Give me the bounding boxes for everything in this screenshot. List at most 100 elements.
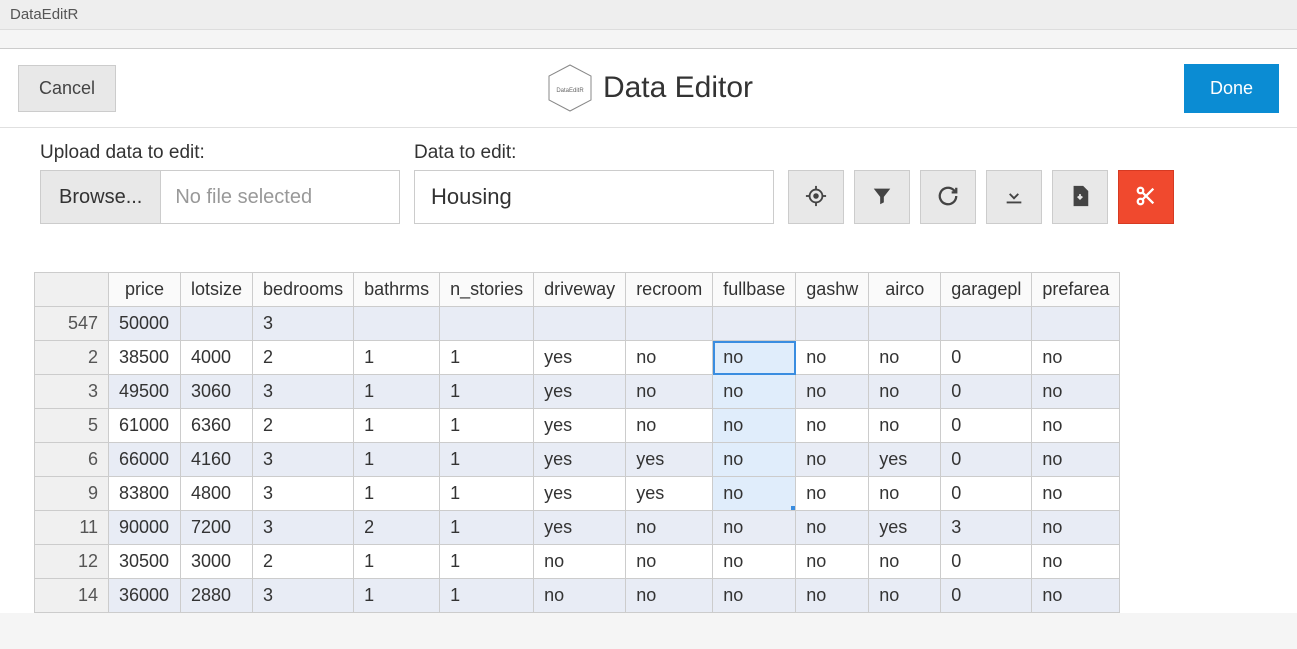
data-cell[interactable]: 2 xyxy=(253,409,354,443)
refresh-button[interactable] xyxy=(920,170,976,224)
data-cell[interactable]: 1 xyxy=(354,477,440,511)
data-cell[interactable]: no xyxy=(626,511,713,545)
data-cell[interactable]: no xyxy=(869,545,941,579)
fill-handle[interactable] xyxy=(791,506,796,511)
column-header[interactable]: price xyxy=(109,273,181,307)
data-cell[interactable]: yes xyxy=(534,341,626,375)
data-cell[interactable]: 3 xyxy=(941,511,1032,545)
data-cell[interactable]: no xyxy=(796,443,869,477)
data-cell[interactable]: no xyxy=(713,443,796,477)
data-cell[interactable]: no xyxy=(1032,341,1120,375)
data-cell[interactable]: 6360 xyxy=(181,409,253,443)
browse-button[interactable]: Browse... xyxy=(41,171,161,223)
data-cell[interactable] xyxy=(181,307,253,341)
data-cell[interactable]: no xyxy=(713,409,796,443)
data-cell[interactable]: yes xyxy=(534,409,626,443)
data-cell[interactable]: 3060 xyxy=(181,375,253,409)
data-cell[interactable] xyxy=(626,307,713,341)
row-index-cell[interactable]: 5 xyxy=(35,409,109,443)
data-cell[interactable]: 1 xyxy=(440,409,534,443)
column-header[interactable]: airco xyxy=(869,273,941,307)
data-cell[interactable]: 66000 xyxy=(109,443,181,477)
data-cell[interactable]: no xyxy=(869,477,941,511)
row-index-cell[interactable]: 11 xyxy=(35,511,109,545)
data-cell[interactable]: 49500 xyxy=(109,375,181,409)
data-cell[interactable] xyxy=(713,307,796,341)
data-cell[interactable]: 7200 xyxy=(181,511,253,545)
row-index-cell[interactable]: 9 xyxy=(35,477,109,511)
data-cell[interactable]: 3 xyxy=(253,375,354,409)
column-header[interactable]: n_stories xyxy=(440,273,534,307)
data-cell[interactable]: 1 xyxy=(440,477,534,511)
data-cell[interactable]: 0 xyxy=(941,545,1032,579)
download-button[interactable] xyxy=(986,170,1042,224)
data-cell[interactable]: 3 xyxy=(253,511,354,545)
data-cell[interactable]: yes xyxy=(626,477,713,511)
data-cell[interactable]: 0 xyxy=(941,477,1032,511)
data-cell[interactable]: 1 xyxy=(354,375,440,409)
data-cell[interactable] xyxy=(869,307,941,341)
data-cell[interactable]: no xyxy=(796,477,869,511)
data-table[interactable]: pricelotsizebedroomsbathrmsn_storiesdriv… xyxy=(34,272,1120,613)
data-cell[interactable]: yes xyxy=(534,511,626,545)
data-cell[interactable]: no xyxy=(796,511,869,545)
data-cell[interactable]: no xyxy=(796,409,869,443)
data-cell[interactable]: no xyxy=(1032,579,1120,613)
export-button[interactable] xyxy=(1052,170,1108,224)
data-cell[interactable]: no xyxy=(1032,409,1120,443)
data-cell[interactable]: yes xyxy=(534,375,626,409)
cancel-button[interactable]: Cancel xyxy=(18,65,116,112)
column-header[interactable]: fullbase xyxy=(713,273,796,307)
data-cell[interactable]: 0 xyxy=(941,579,1032,613)
column-header[interactable]: bedrooms xyxy=(253,273,354,307)
data-cell[interactable]: 3 xyxy=(253,307,354,341)
data-cell[interactable]: 4000 xyxy=(181,341,253,375)
data-cell[interactable]: 0 xyxy=(941,409,1032,443)
data-cell[interactable]: yes xyxy=(534,477,626,511)
data-cell[interactable]: no xyxy=(1032,443,1120,477)
data-cell[interactable]: 90000 xyxy=(109,511,181,545)
data-cell[interactable]: no xyxy=(869,579,941,613)
data-cell[interactable]: 4160 xyxy=(181,443,253,477)
data-cell[interactable] xyxy=(941,307,1032,341)
data-cell[interactable]: no xyxy=(713,511,796,545)
data-cell[interactable] xyxy=(534,307,626,341)
data-cell[interactable] xyxy=(796,307,869,341)
row-index-cell[interactable]: 3 xyxy=(35,375,109,409)
column-header[interactable]: lotsize xyxy=(181,273,253,307)
data-cell[interactable]: 3 xyxy=(253,579,354,613)
data-cell[interactable]: 1 xyxy=(440,545,534,579)
data-cell[interactable]: 83800 xyxy=(109,477,181,511)
column-header[interactable]: garagepl xyxy=(941,273,1032,307)
data-cell[interactable]: 1 xyxy=(354,579,440,613)
data-cell[interactable]: no xyxy=(796,579,869,613)
data-cell[interactable]: yes xyxy=(534,443,626,477)
data-cell[interactable]: no xyxy=(713,341,796,375)
column-header[interactable]: driveway xyxy=(534,273,626,307)
data-cell[interactable]: 1 xyxy=(440,341,534,375)
data-cell[interactable] xyxy=(1032,307,1120,341)
data-cell[interactable]: no xyxy=(626,375,713,409)
data-cell[interactable]: no xyxy=(796,341,869,375)
data-cell[interactable]: no xyxy=(869,409,941,443)
data-cell[interactable]: no xyxy=(713,477,796,511)
data-cell[interactable]: 0 xyxy=(941,375,1032,409)
data-cell[interactable]: 2 xyxy=(253,341,354,375)
data-cell[interactable]: no xyxy=(1032,511,1120,545)
data-cell[interactable]: no xyxy=(869,375,941,409)
data-input[interactable] xyxy=(414,170,774,224)
data-cell[interactable]: 1 xyxy=(354,409,440,443)
data-cell[interactable]: no xyxy=(1032,375,1120,409)
data-cell[interactable]: no xyxy=(1032,477,1120,511)
data-cell[interactable]: 3 xyxy=(253,443,354,477)
data-cell[interactable]: no xyxy=(713,545,796,579)
row-index-cell[interactable]: 6 xyxy=(35,443,109,477)
data-cell[interactable]: 1 xyxy=(354,545,440,579)
data-cell[interactable]: no xyxy=(626,341,713,375)
data-cell[interactable]: 1 xyxy=(354,341,440,375)
column-header[interactable]: bathrms xyxy=(354,273,440,307)
data-cell[interactable]: 1 xyxy=(440,511,534,545)
column-header[interactable]: prefarea xyxy=(1032,273,1120,307)
data-cell[interactable]: 2 xyxy=(253,545,354,579)
data-cell[interactable]: no xyxy=(713,375,796,409)
